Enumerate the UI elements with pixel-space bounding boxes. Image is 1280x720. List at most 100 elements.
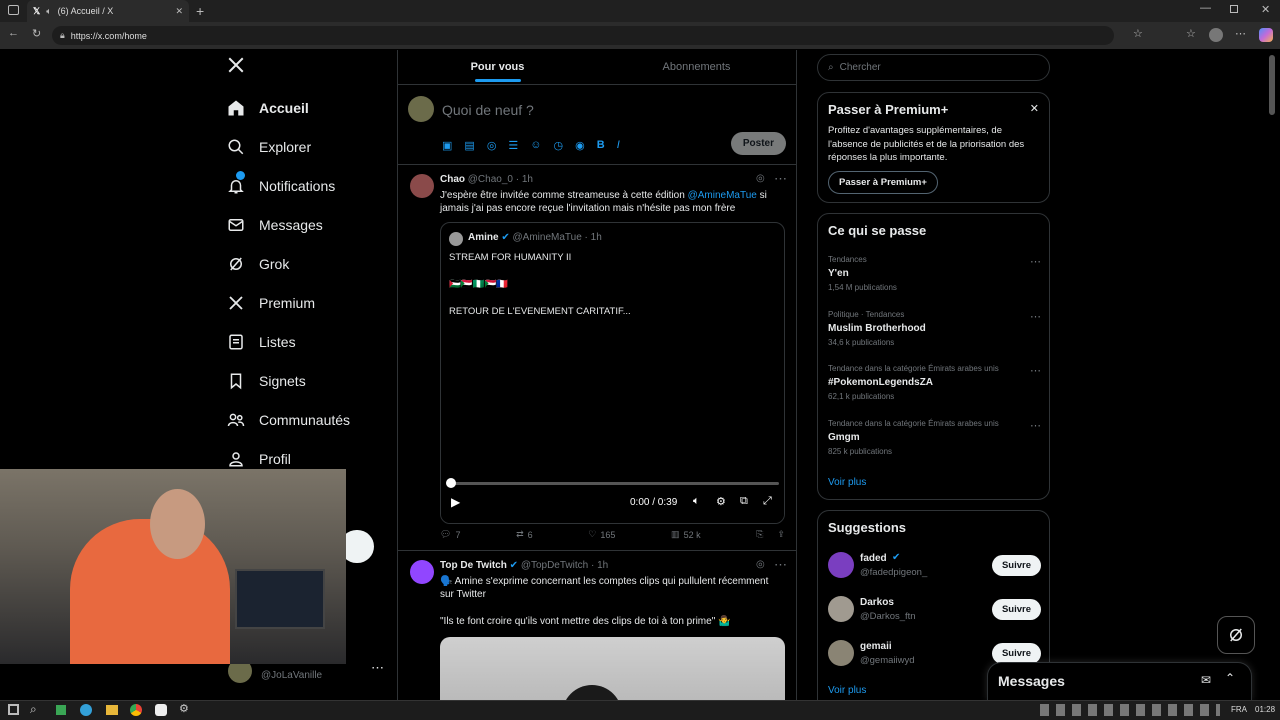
browser-tab[interactable]: 𝕏 🔈︎ (6) Accueil / X ✕	[27, 0, 189, 22]
emoji-icon[interactable]: ☺	[530, 139, 541, 152]
quoted-tweet[interactable]: Amine ✔ @AmineMaTue · 1h STREAM FOR HUMA…	[440, 222, 785, 524]
star-icon[interactable]: ☆	[1133, 27, 1143, 40]
tweet-more-icon[interactable]: ⋯	[774, 557, 787, 573]
tweet-handle[interactable]: @TopDeTwitch	[521, 560, 588, 571]
location-icon[interactable]: ◉	[575, 139, 585, 152]
nav-item-lists[interactable]: Listes	[220, 322, 380, 361]
fullscreen-icon[interactable]: ⤢	[763, 495, 772, 508]
tweet-media[interactable]	[440, 637, 785, 715]
chrome-icon[interactable]	[130, 704, 142, 716]
italic-icon[interactable]: I	[617, 139, 620, 152]
trend-more-icon[interactable]: ⋯	[1030, 310, 1041, 323]
settings-icon[interactable]: ⚙	[179, 702, 189, 715]
tweet[interactable]: Top De Twitch ✔ @TopDeTwitch · 1h ◎ ⋯ 🗣️…	[398, 551, 796, 715]
mention-link[interactable]: @AmineMaTue	[688, 190, 757, 201]
page-scrollbar[interactable]	[1269, 55, 1275, 115]
explorer-icon[interactable]	[106, 705, 118, 715]
windows-start-icon[interactable]	[8, 704, 19, 715]
messages-drawer[interactable]: Messages ✉ ⌃	[987, 662, 1252, 700]
expand-icon[interactable]: ⌃	[1225, 671, 1235, 685]
follow-button[interactable]: Suivre	[991, 599, 1041, 620]
nav-item-explore[interactable]: Explorer	[220, 127, 380, 166]
maximize-button[interactable]	[1230, 5, 1238, 13]
video-progress-track[interactable]	[451, 482, 779, 485]
trend-more-icon[interactable]: ⋯	[1030, 255, 1041, 268]
new-tab-button[interactable]: +	[196, 3, 204, 19]
nav-item-grok[interactable]: Grok	[220, 244, 380, 283]
speaker-icon[interactable]: 🔈︎	[46, 6, 51, 17]
nav-item-bookmarks[interactable]: Signets	[220, 361, 380, 400]
taskview-icon[interactable]	[56, 705, 66, 715]
volume-icon[interactable]: 🔈︎	[693, 495, 700, 508]
grok-float-button[interactable]	[1217, 616, 1255, 654]
trend-item[interactable]: Tendances Y'en 1,54 M publications	[828, 255, 1038, 292]
grok-icon[interactable]: ◎	[487, 139, 497, 152]
app-icon[interactable]	[155, 704, 167, 716]
bookmark-button[interactable]: ⎘ ⇪	[756, 529, 785, 540]
back-icon[interactable]: ←	[8, 27, 19, 39]
gif-icon[interactable]: ▤	[464, 139, 474, 152]
close-window-button[interactable]: ✕	[1261, 3, 1270, 16]
new-message-icon[interactable]: ✉	[1201, 673, 1211, 687]
minimize-button[interactable]: —	[1200, 2, 1211, 14]
trend-item[interactable]: Tendance dans la catégorie Émirats arabe…	[828, 364, 1038, 401]
tweet-author[interactable]: Chao	[440, 174, 465, 185]
nav-item-communities[interactable]: Communautés	[220, 400, 380, 439]
profile-avatar[interactable]	[1209, 28, 1223, 42]
tweet[interactable]: Chao @Chao_0 · 1h ◎ ⋯ J'espère être invi…	[398, 165, 796, 551]
nav-item-premium[interactable]: Premium	[220, 283, 380, 322]
repost-button[interactable]: ⇄ 6	[516, 529, 533, 540]
clock[interactable]: 01:28	[1255, 705, 1275, 714]
reply-button[interactable]: 💬︎ 7	[440, 529, 460, 540]
trend-item[interactable]: Politique · Tendances Muslim Brotherhood…	[828, 310, 1038, 347]
search-icon[interactable]: ⌕	[30, 702, 37, 717]
settings-icon[interactable]: ⚙	[716, 495, 726, 508]
copilot-icon[interactable]	[1259, 28, 1273, 42]
play-icon[interactable]: ▶	[451, 495, 460, 509]
compose-input[interactable]: Quoi de neuf ?	[442, 102, 534, 118]
premium-button[interactable]: Passer à Premium+	[828, 171, 938, 194]
nav-item-messages[interactable]: Messages	[220, 205, 380, 244]
nav-item-notifications[interactable]: Notifications	[220, 166, 380, 205]
image-icon[interactable]: ▣	[442, 139, 452, 152]
trend-more-icon[interactable]: ⋯	[1030, 419, 1041, 432]
search-input[interactable]: ⌕ Chercher	[817, 54, 1050, 81]
tab-following[interactable]: Abonnements	[597, 50, 796, 84]
suggestion-row[interactable]: Darkos @Darkos_ftn Suivre	[828, 595, 1041, 625]
follow-button[interactable]: Suivre	[991, 643, 1041, 664]
suggestion-row[interactable]: faded ✔ @fadedpigeon_ Suivre	[828, 551, 1041, 581]
grok-icon[interactable]: ◎	[756, 559, 765, 570]
more-icon[interactable]: ⋯	[1235, 27, 1246, 40]
follow-button[interactable]: Suivre	[991, 555, 1041, 576]
pip-icon[interactable]: ⧉	[740, 495, 748, 508]
video-player[interactable]: ▶ 0:00 / 0:39 🔈︎ ⚙ ⧉ ⤢	[441, 327, 784, 523]
trend-more-icon[interactable]: ⋯	[1030, 364, 1041, 377]
tab-for-you[interactable]: Pour vous	[398, 50, 597, 84]
tweet-handle[interactable]: @Chao_0	[468, 174, 513, 185]
x-logo-icon[interactable]	[227, 56, 245, 77]
views-button[interactable]: ▥ 52 k	[671, 529, 701, 540]
tweet-time[interactable]: · 1h	[516, 174, 533, 185]
post-button[interactable]: Poster	[730, 132, 786, 155]
tweet-author[interactable]: Top De Twitch	[440, 560, 507, 571]
trends-show-more[interactable]: Voir plus	[828, 477, 866, 488]
tweet-more-icon[interactable]: ⋯	[774, 171, 787, 187]
reload-icon[interactable]: ↻	[32, 27, 41, 40]
grok-icon[interactable]: ◎	[756, 173, 765, 184]
favorites-icon[interactable]: ☆	[1186, 27, 1196, 40]
poll-icon[interactable]: ☰	[508, 139, 518, 152]
sidebar-toggle-icon[interactable]	[8, 5, 19, 15]
bold-icon[interactable]: B	[597, 139, 605, 152]
close-tab-icon[interactable]: ✕	[175, 6, 183, 17]
close-icon[interactable]: ✕	[1030, 102, 1039, 115]
edge-icon[interactable]	[80, 704, 92, 716]
nav-item-home[interactable]: Accueil	[220, 88, 380, 127]
trend-item[interactable]: Tendance dans la catégorie Émirats arabe…	[828, 419, 1038, 456]
like-button[interactable]: ♡ 165	[588, 529, 615, 540]
suggestions-show-more[interactable]: Voir plus	[828, 685, 866, 696]
share-icon[interactable]: ⇪	[777, 529, 785, 540]
tweet-avatar[interactable]	[410, 174, 434, 198]
tweet-avatar[interactable]	[410, 560, 434, 584]
tray-icons[interactable]	[1040, 704, 1220, 716]
keyboard-language[interactable]: FRA	[1231, 705, 1247, 714]
